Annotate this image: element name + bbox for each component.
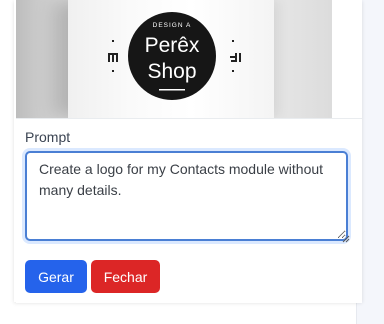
logo-preview: DESIGN A Perêx Shop xyxy=(16,0,332,118)
mockup-surface: DESIGN A Perêx Shop xyxy=(68,0,274,118)
prompt-label: Prompt xyxy=(25,129,71,145)
prompt-textarea[interactable]: Create a logo for my Contacts module wit… xyxy=(25,151,348,241)
logo-line2-text: Shop xyxy=(147,60,196,83)
logo-generator-card: DESIGN A Perêx Shop Prompt Create a logo… xyxy=(14,0,362,303)
logo-image: DESIGN A Perêx Shop xyxy=(108,12,241,100)
page: DESIGN A Perêx Shop Prompt Create a logo… xyxy=(0,0,384,324)
generate-button[interactable]: Gerar xyxy=(25,260,87,293)
logo-line1-text: Perêx xyxy=(145,34,200,57)
right-ornament-icon xyxy=(230,40,241,72)
logo-top-text: DESIGN A xyxy=(153,22,192,29)
left-ornament-icon xyxy=(108,40,118,72)
close-button[interactable]: Fechar xyxy=(91,260,160,293)
resize-grip-icon[interactable] xyxy=(342,235,350,243)
prompt-panel: Prompt Create a logo for my Contacts mod… xyxy=(16,118,362,303)
